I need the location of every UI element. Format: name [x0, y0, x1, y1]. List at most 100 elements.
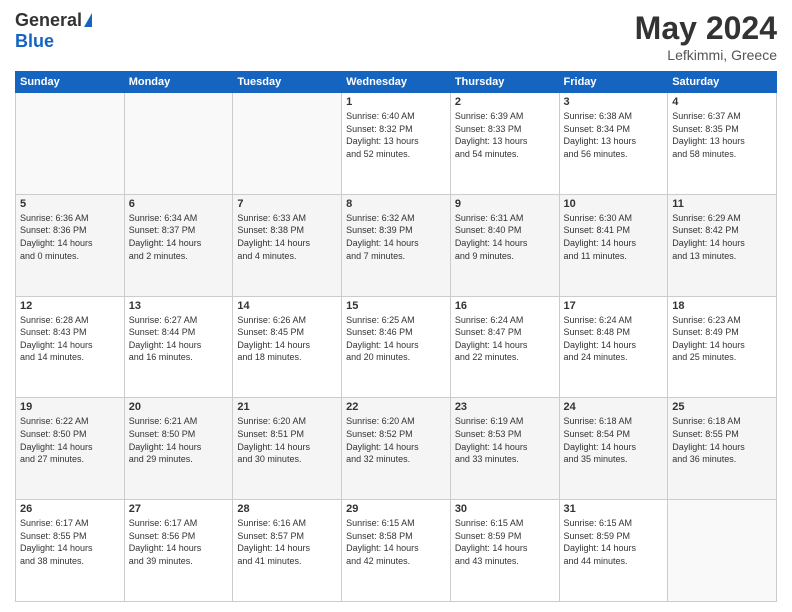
title-location: Lefkimmi, Greece — [635, 47, 777, 63]
day-number: 21 — [237, 401, 337, 413]
calendar-cell: 12Sunrise: 6:28 AMSunset: 8:43 PMDayligh… — [16, 296, 125, 398]
day-number: 20 — [129, 401, 229, 413]
day-number: 18 — [672, 300, 772, 312]
day-info: Sunrise: 6:19 AMSunset: 8:53 PMDaylight:… — [455, 415, 555, 465]
day-info: Sunrise: 6:21 AMSunset: 8:50 PMDaylight:… — [129, 415, 229, 465]
day-number: 28 — [237, 503, 337, 515]
day-info: Sunrise: 6:36 AMSunset: 8:36 PMDaylight:… — [20, 212, 120, 262]
calendar-cell: 13 Sunrise: 6:27 AMSunset: 8:44 PMDayligh… — [124, 296, 233, 398]
day-info: Sunrise: 6:27 AMSunset: 8:44 PMDaylight:… — [129, 314, 229, 364]
calendar-cell: 18 Sunrise: 6:23 AMSunset: 8:49 PMDayligh… — [668, 296, 777, 398]
calendar-cell: 17Sunrise: 6:24 AMSunset: 8:48 PMDayligh… — [559, 296, 668, 398]
day-info: Sunrise: 6:22 AMSunset: 8:50 PMDaylight:… — [20, 415, 120, 465]
day-info: Sunrise: 6:23 AMSunset: 8:49 PMDaylight:… — [672, 314, 772, 364]
calendar-cell: 25Sunrise: 6:18 AMSunset: 8:55 PMDayligh… — [668, 398, 777, 500]
day-info: Sunrise: 6:32 AMSunset: 8:39 PMDaylight:… — [346, 212, 446, 262]
day-number: 6 — [129, 198, 229, 210]
calendar-cell — [233, 93, 342, 195]
day-info: Sunrise: 6:20 AMSunset: 8:52 PMDaylight:… — [346, 415, 446, 465]
day-number: 25 — [672, 401, 772, 413]
day-number: 4 — [672, 96, 772, 108]
day-number: 16 — [455, 300, 555, 312]
calendar-cell: 3Sunrise: 6:38 AMSunset: 8:34 PMDaylight… — [559, 93, 668, 195]
day-info: Sunrise: 6:16 AMSunset: 8:57 PMDaylight:… — [237, 517, 337, 567]
title-month: May 2024 — [635, 10, 777, 47]
day-info: Sunrise: 6:40 AMSunset: 8:32 PMDaylight:… — [346, 110, 446, 160]
day-number: 13 — [129, 300, 229, 312]
calendar-cell: 11 Sunrise: 6:29 AMSunset: 8:42 PMDayligh… — [668, 194, 777, 296]
col-header-tuesday: Tuesday — [233, 72, 342, 93]
day-number: 22 — [346, 401, 446, 413]
calendar-cell: 29 Sunrise: 6:15 AMSunset: 8:58 PMDayligh… — [342, 500, 451, 602]
page: General Blue May 2024 Lefkimmi, Greece S… — [0, 0, 792, 612]
calendar-cell: 19 Sunrise: 6:22 AMSunset: 8:50 PMDayligh… — [16, 398, 125, 500]
calendar-cell: 4Sunrise: 6:37 AMSunset: 8:35 PMDaylight… — [668, 93, 777, 195]
day-info: Sunrise: 6:24 AMSunset: 8:48 PMDaylight:… — [564, 314, 664, 364]
calendar-cell: 14 Sunrise: 6:26 AMSunset: 8:45 PMDayligh… — [233, 296, 342, 398]
day-number: 1 — [346, 96, 446, 108]
day-info: Sunrise: 6:38 AMSunset: 8:34 PMDaylight:… — [564, 110, 664, 160]
header: General Blue May 2024 Lefkimmi, Greece — [15, 10, 777, 63]
calendar-cell: 31 Sunrise: 6:15 AMSunset: 8:59 PMDayligh… — [559, 500, 668, 602]
logo-blue: Blue — [15, 31, 54, 52]
day-number: 11 — [672, 198, 772, 210]
col-header-friday: Friday — [559, 72, 668, 93]
day-number: 15 — [346, 300, 446, 312]
day-info: Sunrise: 6:29 AMSunset: 8:42 PMDaylight:… — [672, 212, 772, 262]
day-info: Sunrise: 6:34 AMSunset: 8:37 PMDaylight:… — [129, 212, 229, 262]
calendar-cell: 15 Sunrise: 6:25 AMSunset: 8:46 PMDayligh… — [342, 296, 451, 398]
day-info: Sunrise: 6:30 AMSunset: 8:41 PMDaylight:… — [564, 212, 664, 262]
day-number: 12 — [20, 300, 120, 312]
logo: General Blue — [15, 10, 92, 52]
calendar-cell: 23 Sunrise: 6:19 AMSunset: 8:53 PMDayligh… — [450, 398, 559, 500]
day-info: Sunrise: 6:15 AMSunset: 8:58 PMDaylight:… — [346, 517, 446, 567]
calendar-cell: 1 Sunrise: 6:40 AMSunset: 8:32 PMDaylight… — [342, 93, 451, 195]
calendar-cell: 27 Sunrise: 6:17 AMSunset: 8:56 PMDayligh… — [124, 500, 233, 602]
day-info: Sunrise: 6:18 AMSunset: 8:54 PMDaylight:… — [564, 415, 664, 465]
day-number: 31 — [564, 503, 664, 515]
day-info: Sunrise: 6:25 AMSunset: 8:46 PMDaylight:… — [346, 314, 446, 364]
day-info: Sunrise: 6:24 AMSunset: 8:47 PMDaylight:… — [455, 314, 555, 364]
day-info: Sunrise: 6:15 AMSunset: 8:59 PMDaylight:… — [564, 517, 664, 567]
calendar-cell: 20 Sunrise: 6:21 AMSunset: 8:50 PMDayligh… — [124, 398, 233, 500]
calendar-cell: 30Sunrise: 6:15 AMSunset: 8:59 PMDayligh… — [450, 500, 559, 602]
logo-triangle-icon — [84, 13, 92, 27]
calendar-cell: 6 Sunrise: 6:34 AMSunset: 8:37 PMDaylight… — [124, 194, 233, 296]
day-info: Sunrise: 6:33 AMSunset: 8:38 PMDaylight:… — [237, 212, 337, 262]
day-number: 2 — [455, 96, 555, 108]
col-header-sunday: Sunday — [16, 72, 125, 93]
col-header-monday: Monday — [124, 72, 233, 93]
calendar-cell: 26Sunrise: 6:17 AMSunset: 8:55 PMDayligh… — [16, 500, 125, 602]
col-header-thursday: Thursday — [450, 72, 559, 93]
day-number: 24 — [564, 401, 664, 413]
day-number: 29 — [346, 503, 446, 515]
day-number: 19 — [20, 401, 120, 413]
day-info: Sunrise: 6:26 AMSunset: 8:45 PMDaylight:… — [237, 314, 337, 364]
title-block: May 2024 Lefkimmi, Greece — [635, 10, 777, 63]
day-number: 10 — [564, 198, 664, 210]
day-number: 27 — [129, 503, 229, 515]
calendar-cell: 22 Sunrise: 6:20 AMSunset: 8:52 PMDayligh… — [342, 398, 451, 500]
day-number: 5 — [20, 198, 120, 210]
col-header-wednesday: Wednesday — [342, 72, 451, 93]
day-info: Sunrise: 6:39 AMSunset: 8:33 PMDaylight:… — [455, 110, 555, 160]
day-info: Sunrise: 6:15 AMSunset: 8:59 PMDaylight:… — [455, 517, 555, 567]
day-number: 26 — [20, 503, 120, 515]
calendar-cell — [16, 93, 125, 195]
day-number: 9 — [455, 198, 555, 210]
calendar-cell: 8 Sunrise: 6:32 AMSunset: 8:39 PMDaylight… — [342, 194, 451, 296]
calendar-cell: 9 Sunrise: 6:31 AMSunset: 8:40 PMDaylight… — [450, 194, 559, 296]
calendar-cell: 24 Sunrise: 6:18 AMSunset: 8:54 PMDayligh… — [559, 398, 668, 500]
day-number: 23 — [455, 401, 555, 413]
calendar-cell: 16 Sunrise: 6:24 AMSunset: 8:47 PMDayligh… — [450, 296, 559, 398]
calendar-cell — [124, 93, 233, 195]
day-number: 8 — [346, 198, 446, 210]
calendar-cell: 10 Sunrise: 6:30 AMSunset: 8:41 PMDayligh… — [559, 194, 668, 296]
calendar-cell: 2 Sunrise: 6:39 AMSunset: 8:33 PMDaylight… — [450, 93, 559, 195]
calendar-cell: 7Sunrise: 6:33 AMSunset: 8:38 PMDaylight… — [233, 194, 342, 296]
day-info: Sunrise: 6:17 AMSunset: 8:56 PMDaylight:… — [129, 517, 229, 567]
day-number: 14 — [237, 300, 337, 312]
day-info: Sunrise: 6:20 AMSunset: 8:51 PMDaylight:… — [237, 415, 337, 465]
logo-general: General — [15, 10, 82, 31]
day-info: Sunrise: 6:31 AMSunset: 8:40 PMDaylight:… — [455, 212, 555, 262]
